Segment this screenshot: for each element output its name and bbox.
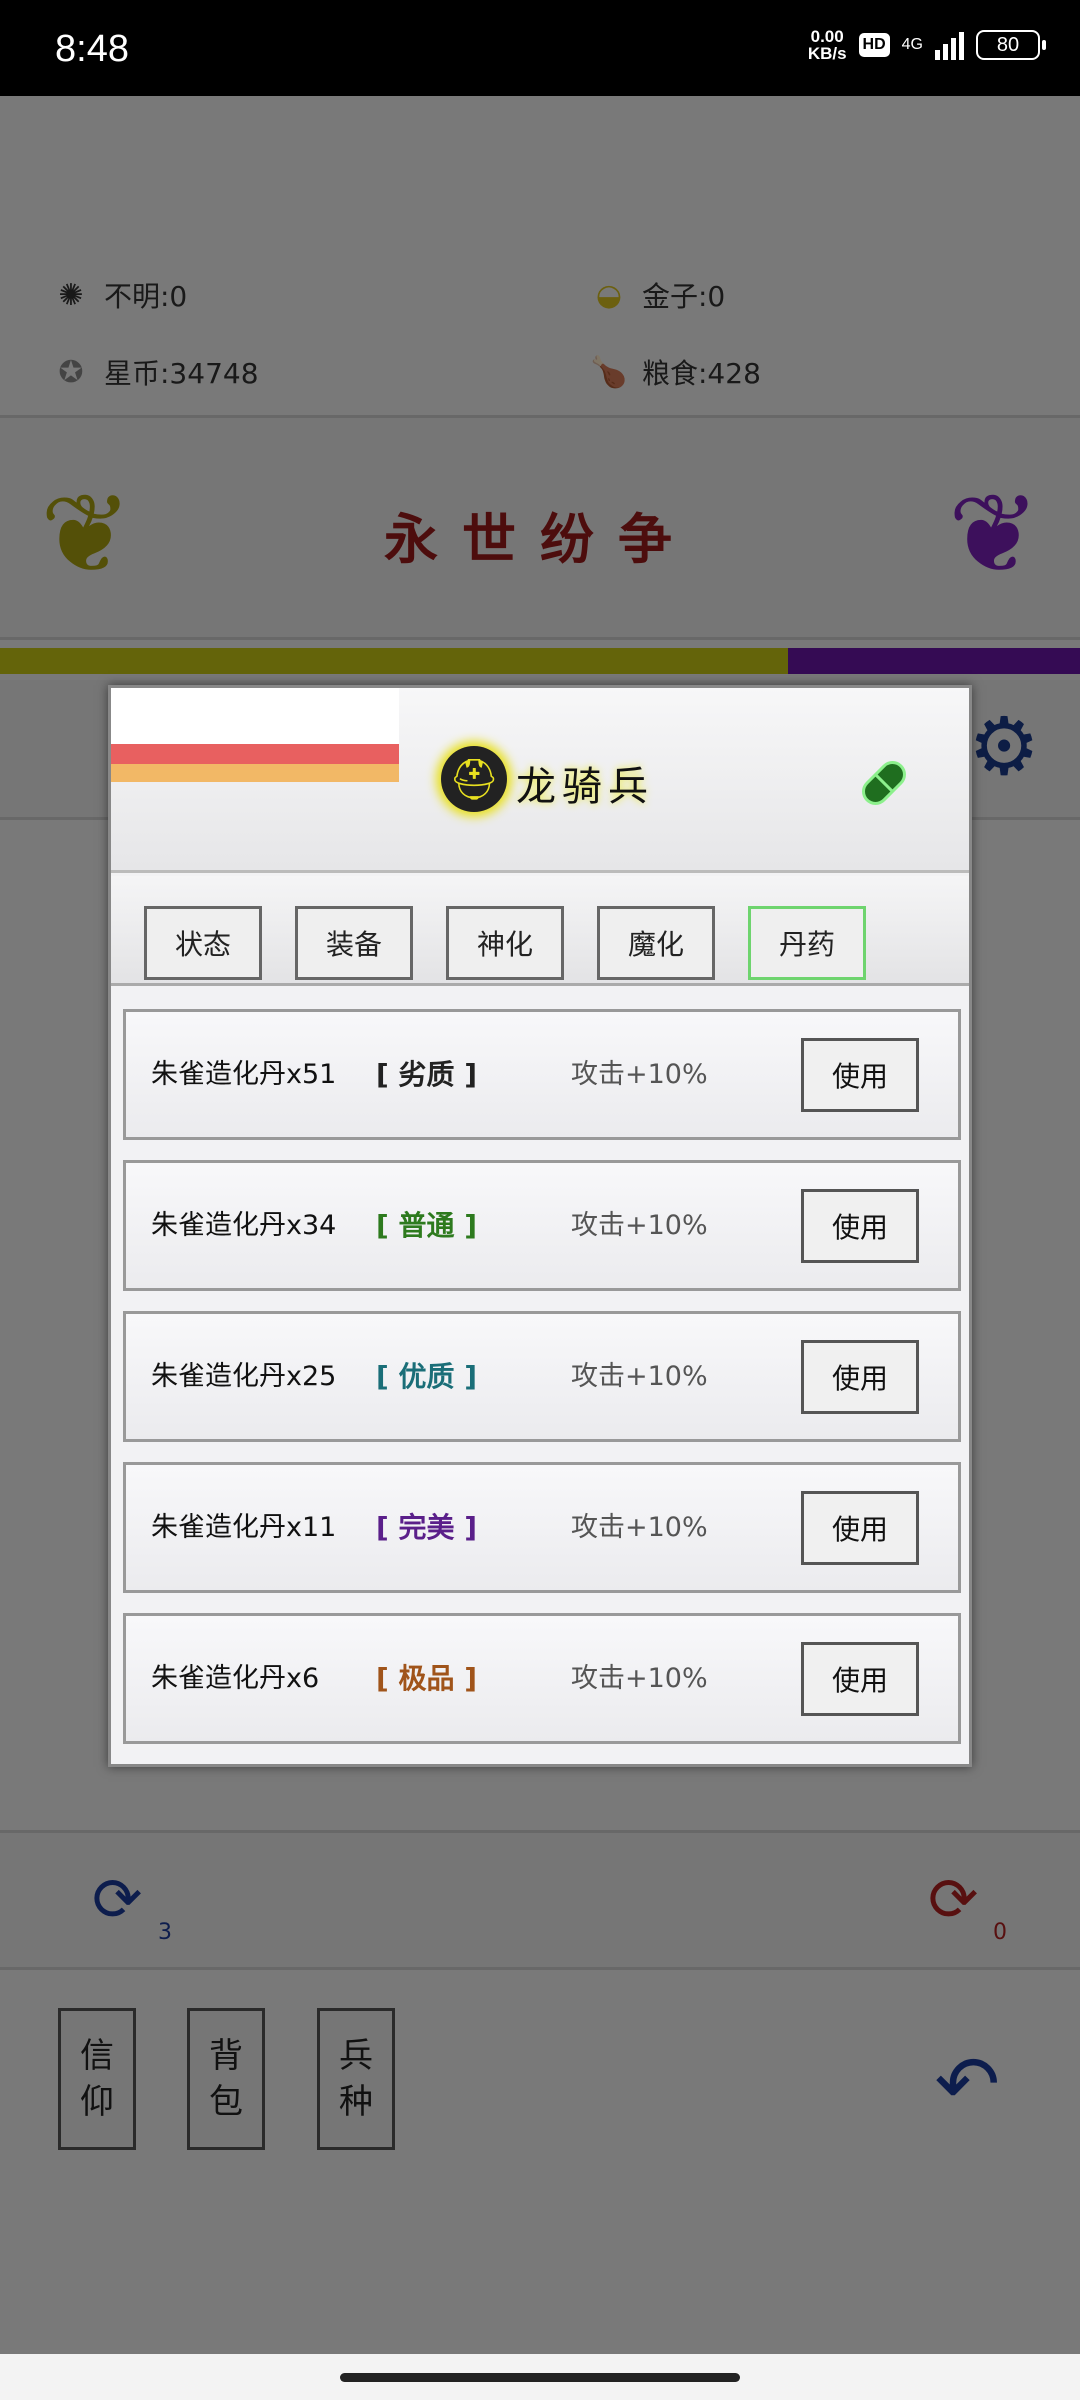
network-type: 4G (901, 36, 923, 53)
item-effect: 攻击+10% (571, 1512, 708, 1543)
status-bar: 8:48 0.00 KB/s HD 4G 80 (0, 0, 1080, 96)
item-effect: 攻击+10% (571, 1210, 708, 1241)
use-button[interactable]: 使用 (801, 1189, 919, 1263)
item-effect: 攻击+10% (571, 1361, 708, 1392)
item-name: 朱雀造化丹x25 (151, 1361, 337, 1392)
item-effect: 攻击+10% (571, 1663, 708, 1694)
pill-item-row: 朱雀造化丹x6 [ 极品 ] 攻击+10% 使用 (123, 1613, 961, 1744)
tab-status[interactable]: 状态 (144, 906, 262, 980)
pill-item-row: 朱雀造化丹x25 [ 优质 ] 攻击+10% 使用 (123, 1311, 961, 1442)
item-quality: [ 普通 ] (376, 1209, 478, 1242)
pill-icon[interactable] (851, 750, 917, 816)
home-indicator[interactable] (340, 2373, 740, 2382)
use-button[interactable]: 使用 (801, 1038, 919, 1112)
item-name: 朱雀造化丹x6 (151, 1663, 320, 1694)
tab-demonize[interactable]: 魔化 (597, 906, 715, 980)
tab-bar: 状态 装备 神化 魔化 丹药 (111, 876, 969, 986)
pill-item-row: 朱雀造化丹x11 [ 完美 ] 攻击+10% 使用 (123, 1462, 961, 1593)
item-name: 朱雀造化丹x51 (151, 1059, 337, 1090)
flag-red-stripe (111, 744, 399, 764)
hd-icon: HD (858, 33, 890, 57)
network-speed: 0.00 KB/s (807, 27, 847, 63)
tab-equipment[interactable]: 装备 (295, 906, 413, 980)
tab-pills[interactable]: 丹药 (748, 906, 866, 980)
signal-icon (935, 30, 964, 60)
item-quality: [ 劣质 ] (376, 1058, 478, 1091)
use-button[interactable]: 使用 (801, 1340, 919, 1414)
dialog-header: ⛑ 龙骑兵 (111, 688, 969, 873)
use-button[interactable]: 使用 (801, 1642, 919, 1716)
item-name: 朱雀造化丹x34 (151, 1210, 337, 1241)
item-quality: [ 极品 ] (376, 1662, 478, 1695)
item-name: 朱雀造化丹x11 (151, 1512, 337, 1543)
item-quality: [ 优质 ] (376, 1360, 478, 1393)
status-icons: 0.00 KB/s HD 4G 80 (807, 27, 1046, 63)
flag-orange-stripe (111, 764, 399, 782)
pill-item-row: 朱雀造化丹x51 [ 劣质 ] 攻击+10% 使用 (123, 1009, 961, 1140)
knight-helmet-icon: ⛑ (441, 746, 507, 812)
pill-item-row: 朱雀造化丹x34 [ 普通 ] 攻击+10% 使用 (123, 1160, 961, 1291)
item-quality: [ 完美 ] (376, 1511, 478, 1544)
battery-icon: 80 (976, 30, 1046, 60)
item-effect: 攻击+10% (571, 1059, 708, 1090)
status-time: 8:48 (55, 28, 129, 70)
use-button[interactable]: 使用 (801, 1491, 919, 1565)
tab-deify[interactable]: 神化 (446, 906, 564, 980)
unit-name: 龙骑兵 (516, 764, 654, 810)
unit-dialog: ⛑ 龙骑兵 状态 装备 神化 魔化 丹药 朱雀造化丹x51 [ 劣质 ] 攻击+… (108, 685, 972, 1767)
flag-white-stripe (111, 688, 399, 744)
